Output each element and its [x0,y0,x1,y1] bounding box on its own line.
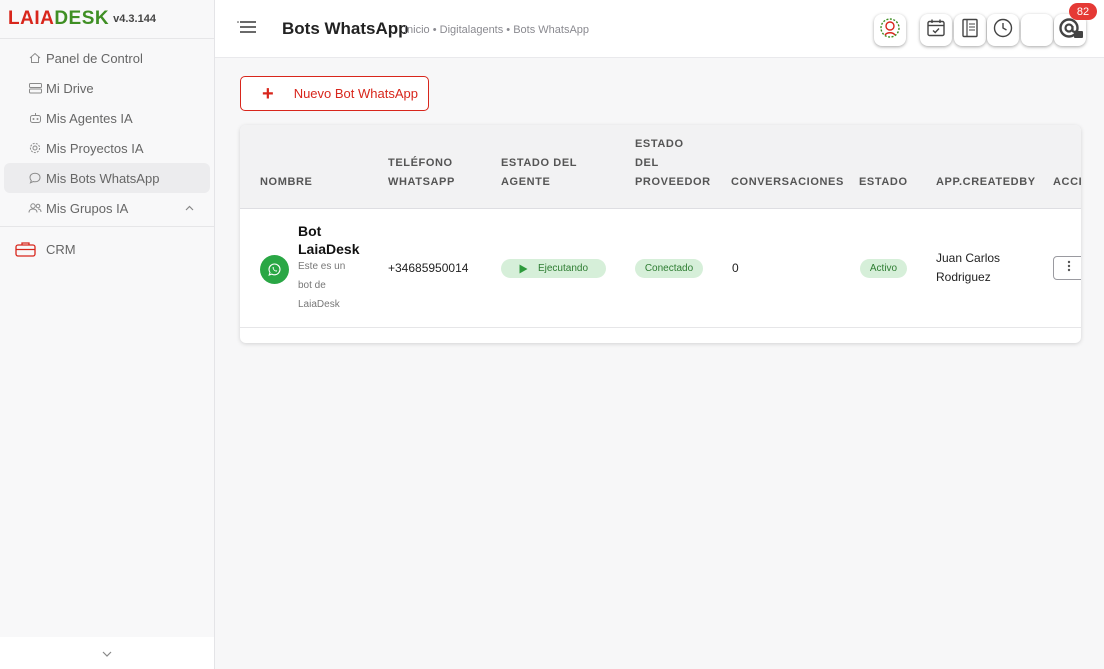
sidebar-item-label: Mis Agentes IA [46,110,133,126]
robot-icon [28,111,42,125]
created-by-line: Rodriguez [936,270,991,284]
chevron-up-icon[interactable] [185,202,194,214]
sidebar: LAIA DESK v4.3.144 Panel de Control Mi Dr… [0,0,215,669]
page-title: Bots WhatsApp [282,19,409,38]
column-header-name[interactable]: NOMBRE [260,173,313,192]
bot-description-line: LaiaDesk [298,299,340,310]
phone-number: +34685950014 [388,261,469,275]
chat-icon [28,171,42,185]
bot-name-line: LaiaDesk [298,241,360,257]
header-label: TELÉFONO [388,157,453,169]
header-label: WHATSAPP [388,176,455,188]
bot-name-line: Bot [298,223,322,239]
menu-toggle-icon[interactable] [237,20,257,36]
column-header-provider-status[interactable]: ESTADO DEL PROVEEDOR [635,135,711,192]
header-label: CONVERSACIONES [731,176,844,188]
sidebar-item-label: Panel de Control [46,50,143,66]
sidebar-item-label: Mi Drive [46,80,94,96]
breadcrumb: Inicio • Digitalagents • Bots WhatsApp [404,24,590,36]
header-label: AGENTE [501,176,551,188]
chevron-down-icon [102,646,112,660]
provider-status-badge: Conectado [635,259,703,278]
header-label: PROVEEDOR [635,176,711,188]
history-button[interactable] [987,14,1019,46]
drive-icon [28,81,42,95]
header-label: ACCIONES [1053,176,1081,188]
bots-table: NOMBRE TELÉFONO WHATSAPP ESTADO DEL AGEN… [240,125,1081,343]
app-version: v4.3.144 [113,13,156,25]
table-header: NOMBRE TELÉFONO WHATSAPP ESTADO DEL AGEN… [240,125,1081,209]
sidebar-item-mis-agentes-ia[interactable]: Mis Agentes IA [4,103,210,133]
header-label: NOMBRE [260,176,313,188]
column-header-phone[interactable]: TELÉFONO WHATSAPP [388,154,455,192]
column-header-conversations[interactable]: CONVERSACIONES [731,173,844,192]
bot-name[interactable]: Bot LaiaDesk [298,222,368,258]
calendar-button[interactable] [920,14,952,46]
sidebar-divider [0,226,214,227]
status-badge: Activo [860,259,907,278]
sidebar-item-mis-grupos-ia[interactable]: Mis Grupos IA [4,193,210,223]
notebook-icon [959,17,981,44]
logo-text-red: LAIA [8,8,55,29]
users-icon [28,201,42,215]
sidebar-item-label: Mis Proyectos IA [46,140,144,156]
bot-description-line: Este es un [298,261,346,272]
sidebar-item-mis-proyectos-ia[interactable]: Mis Proyectos IA [4,133,210,163]
agent-status-text: Ejecutando [537,263,589,274]
sidebar-scroll-down[interactable] [0,637,214,669]
clock-icon [992,17,1014,44]
table-row[interactable]: Bot LaiaDesk Este es un bot de LaiaDesk … [240,209,1081,328]
sidebar-item-label: Mis Bots WhatsApp [46,170,160,186]
home-icon [28,51,42,65]
row-actions-button[interactable] [1053,256,1081,280]
ai-brain-icon [878,16,902,45]
bot-description-line: bot de [298,280,326,291]
plus-icon: + [262,82,274,105]
sidebar-item-panel-de-control[interactable]: Panel de Control [4,43,210,73]
brand: LAIA DESK v4.3.144 [0,0,214,39]
notification-count-badge: 82 [1069,3,1097,20]
conversations-count: 0 [732,261,739,275]
whatsapp-icon [260,255,289,284]
calendar-check-icon [925,17,947,44]
new-bot-label: Nuevo Bot WhatsApp [293,86,418,101]
new-whatsapp-bot-button[interactable]: + Nuevo Bot WhatsApp [240,76,429,111]
sidebar-item-mi-drive[interactable]: Mi Drive [4,73,210,103]
gear-icon [28,141,42,155]
column-header-agent-status[interactable]: ESTADO DEL AGENTE [501,154,577,192]
sidebar-item-label: Mis Grupos IA [46,200,129,216]
column-header-status[interactable]: ESTADO [859,173,908,192]
header-label: DEL [635,157,659,169]
column-header-actions: ACCIONES [1053,173,1081,192]
kebab-menu-icon [1067,259,1071,277]
agent-status-badge: Ejecutando [501,259,606,278]
sidebar-item-crm[interactable]: CRM [0,230,214,268]
top-header: Bots WhatsApp Inicio • Digitalagents • B… [215,0,1104,58]
theme-toggle-button[interactable] [1021,14,1053,46]
created-by: Juan Carlos Rodriguez [936,249,1000,287]
header-label: ESTADO [635,138,684,150]
logo-text-green: DESK [54,8,110,29]
briefcase-icon [15,241,36,257]
ai-assistant-button[interactable] [874,14,906,46]
header-label: ESTADO [859,176,908,188]
header-label: APP.CREATEDBY [936,176,1036,188]
bot-description: Este es un bot de LaiaDesk [298,257,358,314]
play-icon [519,264,528,274]
sidebar-nav: Panel de Control Mi Drive Mis Agentes IA… [0,39,214,268]
column-header-created-by[interactable]: APP.CREATEDBY [936,173,1036,192]
created-by-line: Juan Carlos [936,251,1001,265]
sidebar-item-label: CRM [46,241,76,257]
notes-button[interactable] [954,14,986,46]
sidebar-item-mis-bots-whatsapp[interactable]: Mis Bots WhatsApp [4,163,210,193]
header-label: ESTADO DEL [501,157,578,169]
app-logo[interactable]: LAIA DESK [8,8,109,30]
